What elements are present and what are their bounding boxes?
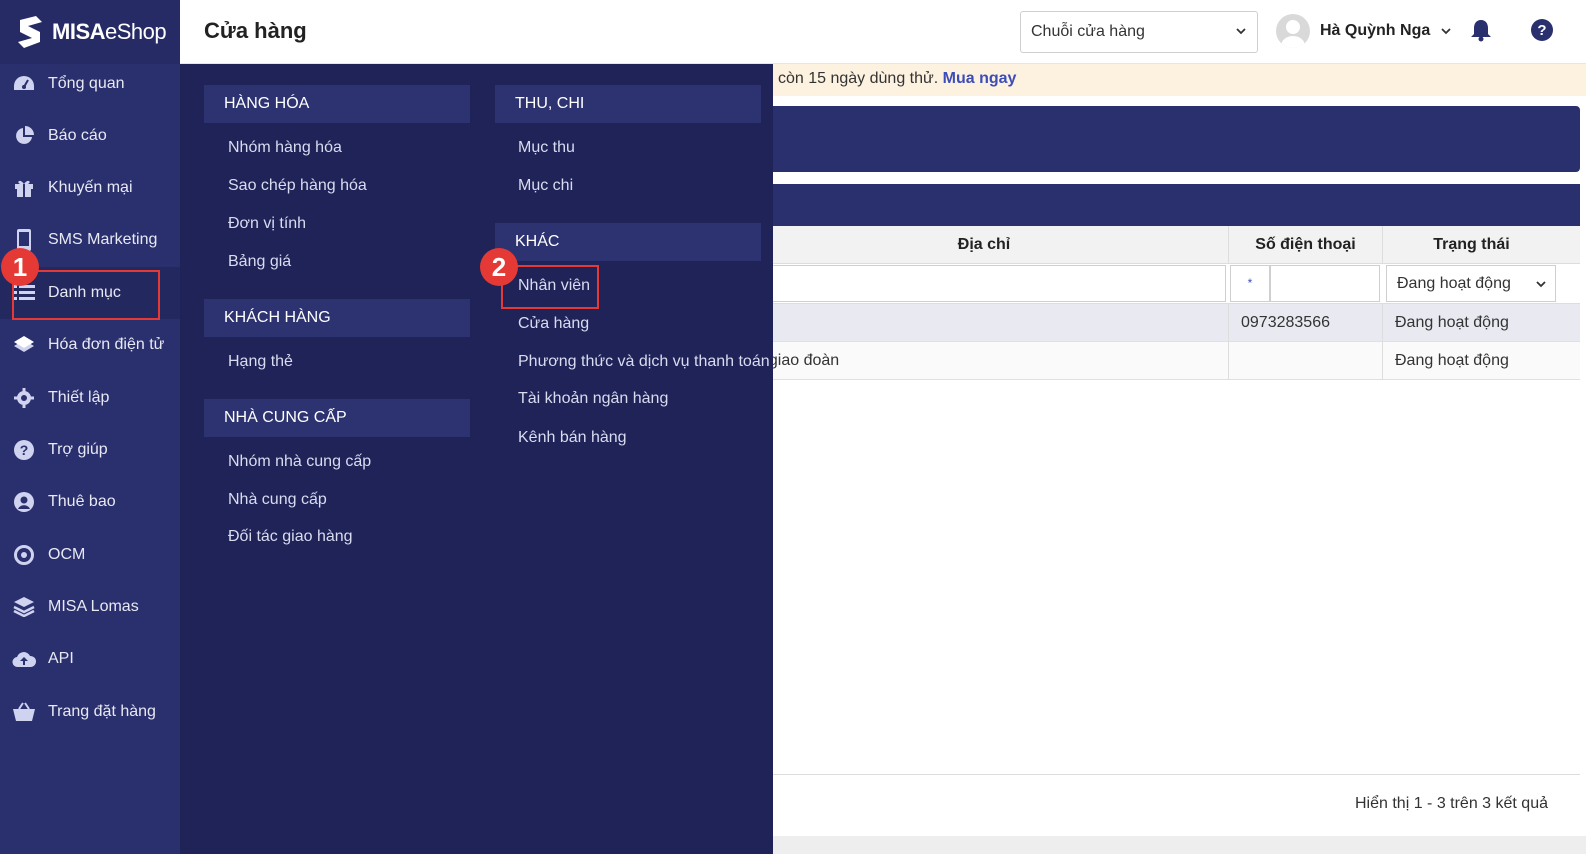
menu-item-nhom-nha-cung-cap[interactable]: Nhóm nhà cung cấp <box>228 453 371 471</box>
sidebar-item-label: Trang đặt hàng <box>48 703 156 720</box>
grid-toolbar <box>740 184 1580 226</box>
sidebar-item-label: Báo cáo <box>48 127 107 144</box>
invoice-icon <box>12 333 36 357</box>
sidebar-item-trang-dat-hang[interactable]: Trang đặt hàng <box>0 686 180 738</box>
table-footer: Hiển thị 1 - 3 trên 3 kết quả <box>740 774 1580 836</box>
phone-filter-operator[interactable]: * <box>1230 265 1270 302</box>
menu-item-phuong-thuc-thanh-toan[interactable]: Phương thức và dịch vụ thanh toán <box>518 353 770 371</box>
sidebar-item-hoa-don-dien-tu[interactable]: Hóa đơn điện tử <box>0 319 180 371</box>
sidebar-item-thue-bao[interactable]: Thuê bao <box>0 476 180 528</box>
basket-icon <box>12 700 36 724</box>
menu-item-sao-chep-hang-hoa[interactable]: Sao chép hàng hóa <box>228 177 367 195</box>
menu-item-doi-tac-giao-hang[interactable]: Đối tác giao hàng <box>228 528 353 546</box>
svg-text:?: ? <box>20 442 29 458</box>
menu-item-kenh-ban-hang[interactable]: Kênh bán hàng <box>518 429 627 447</box>
phone-filter-input[interactable] <box>1270 265 1380 302</box>
help-icon[interactable]: ? <box>1530 18 1554 42</box>
cell-address: ại giao đoàn <box>752 352 840 369</box>
chevron-down-icon <box>1536 281 1546 288</box>
menu-item-hang-the[interactable]: Hạng thẻ <box>228 353 293 371</box>
logo-text: MISAeShop <box>52 19 167 44</box>
ocm-icon <box>12 543 36 567</box>
sidebar-item-label: Trợ giúp <box>48 441 108 458</box>
user-circle-icon <box>12 490 36 514</box>
column-header-address[interactable]: Địa chỉ <box>740 226 1228 264</box>
chevron-down-icon <box>1441 28 1451 35</box>
sidebar-item-misa-lomas[interactable]: MISA Lomas <box>0 581 180 633</box>
sidebar: MISAeShop Tổng quan Báo cáo Khuyến mại S… <box>0 0 180 854</box>
chevron-down-icon <box>1236 28 1246 35</box>
cell-status: Đang hoạt động <box>1382 304 1580 342</box>
sidebar-item-khuyen-mai[interactable]: Khuyến mại <box>0 162 180 214</box>
page-title: Cửa hàng <box>204 18 307 43</box>
cloud-upload-icon <box>12 647 36 671</box>
sidebar-item-tong-quan[interactable]: Tổng quan <box>0 58 180 110</box>
cell-phone: 0973283566 <box>1228 304 1382 342</box>
menu-section-hang-hoa: HÀNG HÓA <box>204 85 470 123</box>
sidebar-item-label: Thiết lập <box>48 389 110 406</box>
sidebar-item-tro-giup[interactable]: ? Trợ giúp <box>0 424 180 476</box>
menu-section-khac: KHÁC <box>495 223 761 261</box>
trial-text: còn 15 ngày dùng thử. <box>778 70 939 87</box>
menu-section-khach-hang: KHÁCH HÀNG <box>204 299 470 337</box>
sidebar-item-label: Thuê bao <box>48 493 116 510</box>
pie-chart-icon <box>12 124 36 148</box>
buy-now-link[interactable]: Mua ngay <box>943 70 1017 87</box>
user-menu[interactable]: Hà Quỳnh Nga <box>1276 14 1452 48</box>
menu-item-cua-hang[interactable]: Cửa hàng <box>518 315 589 333</box>
address-filter-input[interactable] <box>740 265 1226 302</box>
user-name: Hà Quỳnh Nga <box>1320 22 1431 39</box>
filter-row: * Đang hoạt động <box>740 264 1580 304</box>
menu-item-muc-thu[interactable]: Mục thu <box>518 139 575 157</box>
cell-address <box>740 304 1228 342</box>
svg-text:?: ? <box>1537 22 1546 39</box>
bell-icon[interactable] <box>1470 18 1492 42</box>
column-header-phone[interactable]: Số điện thoại <box>1228 226 1382 264</box>
sidebar-item-label: Tổng quan <box>48 75 125 92</box>
menu-section-nha-cung-cap: NHÀ CUNG CẤP <box>204 399 470 437</box>
callout-badge-1: 1 <box>1 248 39 286</box>
status-filter-select[interactable]: Đang hoạt động <box>1386 265 1556 302</box>
question-icon: ? <box>12 438 36 462</box>
store-chain-select-value: Chuỗi cửa hàng <box>1031 23 1145 40</box>
toolbar-banner <box>740 106 1580 172</box>
sidebar-item-label: MISA Lomas <box>48 598 139 615</box>
cell-status: Đang hoạt động <box>1382 342 1580 380</box>
cell-phone <box>1228 342 1382 380</box>
menu-item-nha-cung-cap[interactable]: Nhà cung cấp <box>228 491 327 509</box>
sidebar-item-label: OCM <box>48 546 86 563</box>
logo[interactable]: MISAeShop <box>0 0 180 64</box>
layers-icon <box>12 595 36 619</box>
table-header: Địa chỉ Số điện thoại Trạng thái <box>740 226 1580 264</box>
avatar <box>1276 14 1310 48</box>
dashboard-icon <box>12 72 36 96</box>
callout-badge-2: 2 <box>480 248 518 286</box>
sidebar-item-ocm[interactable]: OCM <box>0 529 180 581</box>
sidebar-item-label: Hóa đơn điện tử <box>48 336 165 353</box>
menu-item-nhom-hang-hoa[interactable]: Nhóm hàng hóa <box>228 139 342 157</box>
misa-logo-icon <box>18 16 42 48</box>
menu-item-tai-khoan-ngan-hang[interactable]: Tài khoản ngân hàng <box>518 390 668 408</box>
table-row[interactable]: ại giao đoàn Đang hoạt động <box>740 342 1580 380</box>
top-bar: Cửa hàng Chuỗi cửa hàng Hà Quỳnh Nga ? <box>180 0 1586 64</box>
sidebar-item-bao-cao[interactable]: Báo cáo <box>0 110 180 162</box>
menu-section-thu-chi: THU, CHI <box>495 85 761 123</box>
pagination-summary: Hiển thị 1 - 3 trên 3 kết quả <box>1355 795 1548 812</box>
bottom-strip <box>740 836 1586 854</box>
sidebar-item-label: SMS Marketing <box>48 231 158 248</box>
menu-item-muc-chi[interactable]: Mục chi <box>518 177 573 195</box>
column-header-status[interactable]: Trạng thái <box>1382 226 1560 264</box>
status-filter-value: Đang hoạt động <box>1397 275 1511 292</box>
menu-item-bang-gia[interactable]: Bảng giá <box>228 253 291 271</box>
store-chain-select[interactable]: Chuỗi cửa hàng <box>1020 11 1258 53</box>
sidebar-item-thiet-lap[interactable]: Thiết lập <box>0 372 180 424</box>
sidebar-item-label: Khuyến mại <box>48 179 133 196</box>
table-row[interactable]: 0973283566 Đang hoạt động <box>740 304 1580 342</box>
sidebar-item-label: API <box>48 650 74 667</box>
gear-icon <box>12 386 36 410</box>
gift-icon <box>12 176 36 200</box>
menu-item-don-vi-tinh[interactable]: Đơn vị tính <box>228 215 306 233</box>
sidebar-item-api[interactable]: API <box>0 633 180 685</box>
category-mega-menu: HÀNG HÓA Nhóm hàng hóa Sao chép hàng hóa… <box>180 64 773 854</box>
